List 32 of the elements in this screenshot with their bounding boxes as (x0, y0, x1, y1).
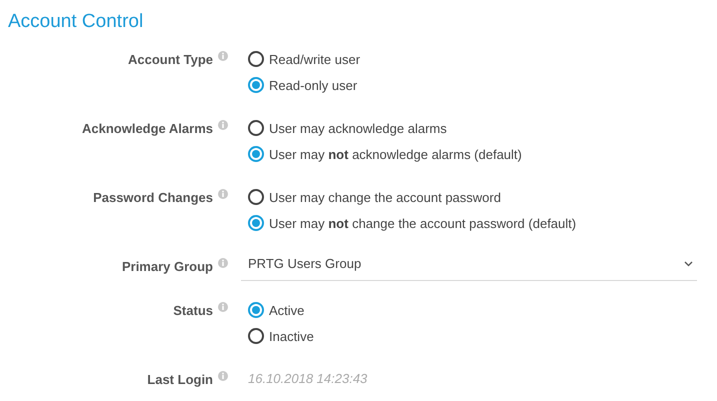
option-label: User may not change the account password (default) (269, 216, 576, 230)
field-label: Account Type (128, 52, 213, 66)
section-title: Account Control (8, 10, 144, 34)
info-icon[interactable] (218, 258, 228, 268)
radio-button[interactable] (248, 146, 264, 162)
info-icon[interactable] (218, 120, 228, 130)
radio-button[interactable] (248, 215, 264, 231)
field-label: Last Login (147, 372, 213, 386)
chevron-down-icon (684, 260, 693, 266)
option-label: Read-only user (269, 78, 358, 92)
field-label: Acknowledge Alarms (82, 120, 213, 136)
last-login-value: 16.10.2018 14:23:43 (247, 370, 368, 388)
field-label: Status (173, 302, 213, 318)
field-label: Password Changes (93, 190, 213, 204)
field-label: Primary Group (122, 258, 213, 274)
option-label: Inactive (269, 328, 314, 344)
group-dropdown[interactable]: PRTG Users Group (241, 251, 697, 281)
info-icon[interactable] (218, 51, 228, 61)
radio-button[interactable] (248, 51, 264, 67)
info-icon[interactable] (218, 302, 228, 312)
option-label: Read/write user (269, 52, 360, 66)
radio-button[interactable] (248, 189, 264, 205)
option-label: User may not acknowledge alarms (default) (269, 146, 522, 162)
option-label: Active (269, 302, 304, 318)
option-label: User may change the account password (269, 190, 501, 204)
radio-button[interactable] (248, 328, 264, 344)
radio-button[interactable] (248, 302, 264, 318)
info-icon[interactable] (218, 189, 228, 199)
option-label: User may acknowledge alarms (269, 120, 447, 136)
info-icon[interactable] (218, 371, 228, 381)
radio-button[interactable] (248, 77, 264, 93)
radio-button[interactable] (248, 120, 264, 136)
